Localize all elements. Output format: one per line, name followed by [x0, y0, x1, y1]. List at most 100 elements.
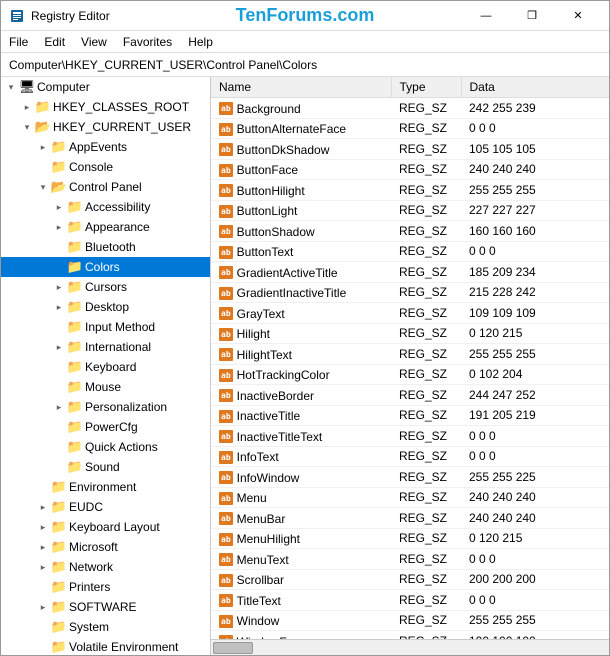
- table-row[interactable]: ab MenuHilight REG_SZ 0 120 215: [211, 528, 609, 549]
- table-row[interactable]: ab InactiveTitle REG_SZ 191 205 219: [211, 405, 609, 426]
- tree-item-accessibility[interactable]: 📁 Accessibility: [1, 197, 210, 217]
- tree-item-personalization[interactable]: 📁 Personalization: [1, 397, 210, 417]
- table-row[interactable]: ab WindowFrame REG_SZ 100 100 100: [211, 631, 609, 640]
- cell-name: ab TitleText: [211, 590, 391, 611]
- reg-badge: ab: [219, 451, 233, 464]
- table-row[interactable]: ab ButtonText REG_SZ 0 0 0: [211, 241, 609, 262]
- table-row[interactable]: ab GrayText REG_SZ 109 109 109: [211, 303, 609, 324]
- expand-eudc[interactable]: [35, 499, 51, 515]
- keyboardlayout-icon: 📁: [51, 519, 67, 535]
- table-row[interactable]: ab Background REG_SZ 242 255 239: [211, 98, 609, 119]
- tree-item-microsoft[interactable]: 📁 Microsoft: [1, 537, 210, 557]
- table-row[interactable]: ab ButtonShadow REG_SZ 160 160 160: [211, 221, 609, 242]
- expand-desktop[interactable]: [51, 299, 67, 315]
- expand-appearance[interactable]: [51, 219, 67, 235]
- tree-item-console[interactable]: 📁 Console: [1, 157, 210, 177]
- reg-badge: ab: [219, 287, 233, 300]
- expand-keyboardlayout[interactable]: [35, 519, 51, 535]
- title-bar: Registry Editor TenForums.com — ❐ ✕: [1, 1, 609, 31]
- menu-edit[interactable]: Edit: [36, 33, 73, 51]
- table-row[interactable]: ab ButtonHilight REG_SZ 255 255 255: [211, 180, 609, 201]
- expand-accessibility[interactable]: [51, 199, 67, 215]
- close-button[interactable]: ✕: [555, 1, 601, 31]
- table-row[interactable]: ab InactiveTitleText REG_SZ 0 0 0: [211, 426, 609, 447]
- tree-item-inputmethod[interactable]: 📁 Input Method: [1, 317, 210, 337]
- tree-item-keyboard[interactable]: 📁 Keyboard: [1, 357, 210, 377]
- tree-item-hkcu[interactable]: 📂 HKEY_CURRENT_USER: [1, 117, 210, 137]
- horizontal-scrollbar[interactable]: [211, 639, 609, 655]
- reg-name: ButtonAlternateFace: [237, 122, 346, 136]
- tree-item-controlpanel[interactable]: 📂 Control Panel: [1, 177, 210, 197]
- menu-view[interactable]: View: [73, 33, 115, 51]
- scroll-thumb[interactable]: [213, 642, 253, 654]
- tree-item-keyboardlayout[interactable]: 📁 Keyboard Layout: [1, 517, 210, 537]
- tree-item-system[interactable]: 📁 System: [1, 617, 210, 637]
- menu-help[interactable]: Help: [180, 33, 221, 51]
- reg-name: ButtonDkShadow: [237, 143, 330, 157]
- table-row[interactable]: ab Window REG_SZ 255 255 255: [211, 610, 609, 631]
- col-header-name[interactable]: Name: [211, 77, 391, 98]
- tree-item-bluetooth[interactable]: 📁 Bluetooth: [1, 237, 210, 257]
- tree-item-international[interactable]: 📁 International: [1, 337, 210, 357]
- table-row[interactable]: ab InfoText REG_SZ 0 0 0: [211, 446, 609, 467]
- table-row[interactable]: ab ButtonAlternateFace REG_SZ 0 0 0: [211, 118, 609, 139]
- maximize-button[interactable]: ❐: [509, 1, 555, 31]
- tree-item-colors[interactable]: 📁 Colors: [1, 257, 210, 277]
- table-row[interactable]: ab MenuText REG_SZ 0 0 0: [211, 549, 609, 570]
- address-bar[interactable]: Computer\HKEY_CURRENT_USER\Control Panel…: [1, 53, 609, 77]
- cell-data: 109 109 109: [461, 303, 609, 324]
- table-row[interactable]: ab TitleText REG_SZ 0 0 0: [211, 590, 609, 611]
- table-row[interactable]: ab GradientInactiveTitle REG_SZ 215 228 …: [211, 282, 609, 303]
- tree-item-mouse[interactable]: 📁 Mouse: [1, 377, 210, 397]
- table-row[interactable]: ab InactiveBorder REG_SZ 244 247 252: [211, 385, 609, 406]
- tree-item-sound[interactable]: 📁 Sound: [1, 457, 210, 477]
- table-row[interactable]: ab Scrollbar REG_SZ 200 200 200: [211, 569, 609, 590]
- menu-file[interactable]: File: [1, 33, 36, 51]
- table-row[interactable]: ab MenuBar REG_SZ 240 240 240: [211, 508, 609, 529]
- table-row[interactable]: ab HotTrackingColor REG_SZ 0 102 204: [211, 364, 609, 385]
- volatileenv-icon: 📁: [51, 639, 67, 655]
- tree-panel[interactable]: 🖥 Computer 📁 HKEY_CLASSES_ROOT 📂 HKEY_CU…: [1, 77, 211, 655]
- tree-item-printers[interactable]: 📁 Printers: [1, 577, 210, 597]
- reg-badge: ab: [219, 594, 233, 607]
- tree-item-network[interactable]: 📁 Network: [1, 557, 210, 577]
- tree-item-software[interactable]: 📁 SOFTWARE: [1, 597, 210, 617]
- table-row[interactable]: ab Hilight REG_SZ 0 120 215: [211, 323, 609, 344]
- tree-item-desktop[interactable]: 📁 Desktop: [1, 297, 210, 317]
- expand-international[interactable]: [51, 339, 67, 355]
- expand-appevents[interactable]: [35, 139, 51, 155]
- expand-hkcu[interactable]: [19, 119, 35, 135]
- table-row[interactable]: ab InfoWindow REG_SZ 255 255 225: [211, 467, 609, 488]
- tree-item-eudc[interactable]: 📁 EUDC: [1, 497, 210, 517]
- expand-controlpanel[interactable]: [35, 179, 51, 195]
- expand-software[interactable]: [35, 599, 51, 615]
- tree-item-quickactions[interactable]: 📁 Quick Actions: [1, 437, 210, 457]
- expand-computer[interactable]: [3, 79, 19, 95]
- tree-item-appevents[interactable]: 📁 AppEvents: [1, 137, 210, 157]
- tree-item-environment[interactable]: 📁 Environment: [1, 477, 210, 497]
- tree-item-volatileenv[interactable]: 📁 Volatile Environment: [1, 637, 210, 655]
- tree-item-computer[interactable]: 🖥 Computer: [1, 77, 210, 97]
- menu-favorites[interactable]: Favorites: [115, 33, 180, 51]
- table-row[interactable]: ab ButtonDkShadow REG_SZ 105 105 105: [211, 139, 609, 160]
- table-row[interactable]: ab Menu REG_SZ 240 240 240: [211, 487, 609, 508]
- table-row[interactable]: ab ButtonLight REG_SZ 227 227 227: [211, 200, 609, 221]
- minimize-button[interactable]: —: [463, 1, 509, 31]
- expand-microsoft[interactable]: [35, 539, 51, 555]
- table-row[interactable]: ab HilightText REG_SZ 255 255 255: [211, 344, 609, 365]
- expand-personalization[interactable]: [51, 399, 67, 415]
- reg-badge: ab: [219, 348, 233, 361]
- tree-item-appearance[interactable]: 📁 Appearance: [1, 217, 210, 237]
- col-header-type[interactable]: Type: [391, 77, 461, 98]
- expand-network[interactable]: [35, 559, 51, 575]
- detail-panel[interactable]: Name Type Data ab Background REG_SZ 242 …: [211, 77, 609, 639]
- expand-cursors[interactable]: [51, 279, 67, 295]
- expand-hkcr[interactable]: [19, 99, 35, 115]
- col-header-data[interactable]: Data: [461, 77, 609, 98]
- tree-item-hkcr[interactable]: 📁 HKEY_CLASSES_ROOT: [1, 97, 210, 117]
- tree-item-cursors[interactable]: 📁 Cursors: [1, 277, 210, 297]
- tree-item-powercfg[interactable]: 📁 PowerCfg: [1, 417, 210, 437]
- cell-type: REG_SZ: [391, 631, 461, 640]
- table-row[interactable]: ab ButtonFace REG_SZ 240 240 240: [211, 159, 609, 180]
- table-row[interactable]: ab GradientActiveTitle REG_SZ 185 209 23…: [211, 262, 609, 283]
